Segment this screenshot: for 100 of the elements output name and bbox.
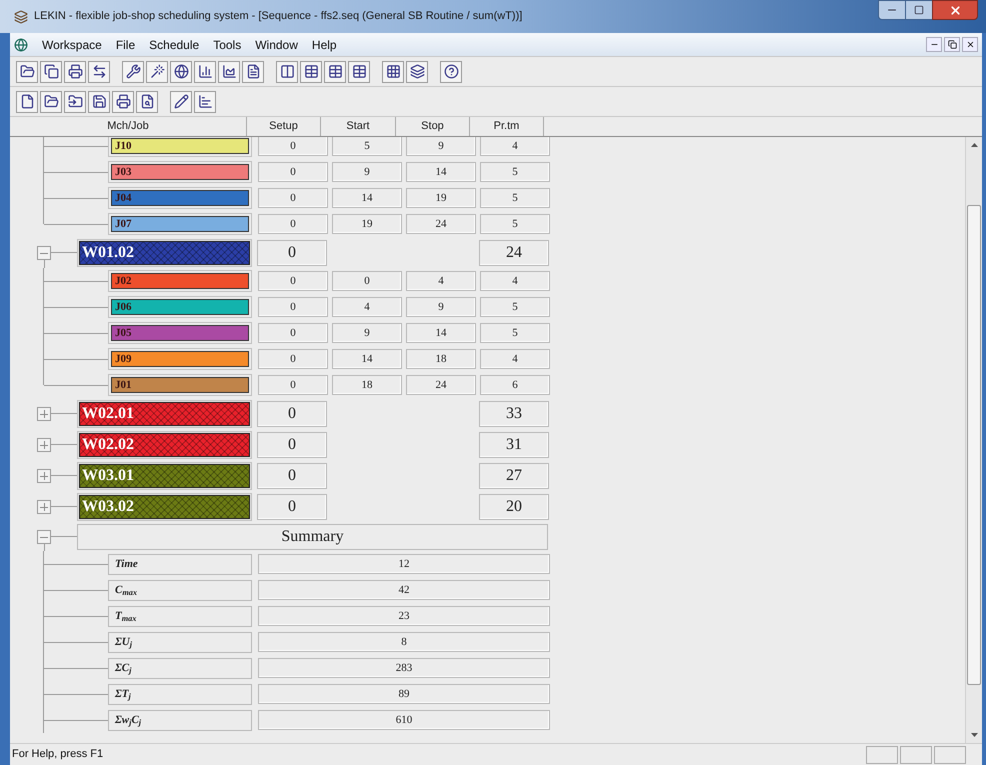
metric-label: Time bbox=[108, 554, 252, 574]
table-cell: 6 bbox=[480, 375, 550, 395]
toolbar-button[interactable] bbox=[194, 90, 216, 112]
close-button[interactable] bbox=[932, 0, 978, 20]
toolbar-button[interactable] bbox=[170, 60, 192, 82]
table-cell: 24 bbox=[406, 375, 476, 395]
bar-chart-icon bbox=[198, 64, 212, 79]
machine-label[interactable]: W03.02 bbox=[79, 494, 250, 518]
toolbar-button[interactable] bbox=[64, 60, 86, 82]
job-label[interactable]: J03 bbox=[111, 164, 249, 180]
toolbar-button[interactable] bbox=[324, 60, 346, 82]
menu-item[interactable]: Window bbox=[255, 36, 298, 54]
machine-label[interactable]: W01.02 bbox=[79, 240, 250, 264]
toolbar-button[interactable] bbox=[348, 60, 370, 82]
help-icon bbox=[444, 64, 458, 79]
close-button[interactable] bbox=[962, 37, 978, 52]
status-pane bbox=[934, 746, 966, 764]
toolbar-button[interactable] bbox=[170, 90, 192, 112]
table-cell: 14 bbox=[332, 349, 402, 369]
toolbar-button[interactable] bbox=[406, 60, 428, 82]
bar-chart-icon bbox=[198, 94, 212, 109]
table-cell: 0 bbox=[257, 462, 327, 488]
restore-button[interactable] bbox=[944, 37, 960, 52]
toolbar-button[interactable] bbox=[242, 60, 264, 82]
table-cell: 27 bbox=[479, 462, 549, 488]
toolbar-button[interactable] bbox=[16, 90, 38, 112]
collapse-icon[interactable] bbox=[37, 530, 51, 544]
machine-label[interactable]: W03.01 bbox=[79, 464, 250, 488]
menu-item[interactable]: Workspace bbox=[42, 36, 102, 54]
column-header[interactable]: Pr.tm bbox=[470, 117, 544, 136]
print-preview-icon bbox=[140, 94, 154, 109]
status-pane bbox=[900, 746, 932, 764]
toolbar-button[interactable] bbox=[40, 90, 62, 112]
table-cell: 5 bbox=[480, 162, 550, 182]
toolbar-button[interactable] bbox=[88, 90, 110, 112]
machine-label[interactable]: W02.01 bbox=[79, 402, 250, 426]
folder-input-icon bbox=[68, 94, 82, 109]
column-header[interactable]: Start bbox=[321, 117, 396, 136]
table-cell: 12 bbox=[258, 554, 550, 574]
table-cell: 0 bbox=[258, 271, 328, 291]
column-header[interactable]: Mch/Job bbox=[10, 117, 247, 136]
toolbar-button[interactable] bbox=[300, 60, 322, 82]
job-label[interactable]: J02 bbox=[111, 273, 249, 289]
table-cell: 5 bbox=[480, 297, 550, 317]
arrows-icon bbox=[92, 64, 106, 79]
collapse-icon[interactable] bbox=[37, 246, 51, 260]
toolbar-button[interactable] bbox=[40, 60, 62, 82]
minimize-button[interactable] bbox=[878, 0, 906, 20]
job-label[interactable]: J06 bbox=[111, 299, 249, 315]
menu-item[interactable]: Tools bbox=[213, 36, 242, 54]
toolbar-button[interactable] bbox=[440, 60, 462, 82]
scrollbar-thumb[interactable] bbox=[967, 205, 981, 685]
toolbar-button[interactable] bbox=[218, 60, 240, 82]
maximize-button[interactable] bbox=[906, 0, 932, 20]
minimize-button[interactable] bbox=[926, 37, 942, 52]
table-cell: 0 bbox=[258, 375, 328, 395]
table-icon bbox=[328, 64, 342, 79]
toolbar-button[interactable] bbox=[122, 60, 144, 82]
expand-icon[interactable] bbox=[37, 468, 51, 482]
toolbar-button[interactable] bbox=[382, 60, 404, 82]
copy-icon bbox=[44, 64, 58, 79]
table-cell: 19 bbox=[332, 214, 402, 234]
job-label[interactable]: J10 bbox=[111, 138, 249, 154]
toolbar-button[interactable] bbox=[112, 90, 134, 112]
globe-icon bbox=[174, 64, 188, 79]
wand-icon bbox=[150, 64, 164, 79]
table-cell: 18 bbox=[332, 375, 402, 395]
column-header[interactable]: Setup bbox=[247, 117, 321, 136]
menu-item[interactable]: Schedule bbox=[149, 36, 200, 54]
table-cell: 0 bbox=[258, 162, 328, 182]
toolbar-button[interactable] bbox=[276, 60, 298, 82]
toolbar-button[interactable] bbox=[88, 60, 110, 82]
menu-item[interactable]: File bbox=[116, 36, 136, 54]
toolbar-button[interactable] bbox=[194, 60, 216, 82]
table-cell: 4 bbox=[480, 349, 550, 369]
table-cell: 5 bbox=[480, 214, 550, 234]
expand-icon[interactable] bbox=[37, 500, 51, 514]
save-icon bbox=[92, 94, 106, 109]
table-cell: 0 bbox=[258, 188, 328, 208]
expand-icon[interactable] bbox=[37, 406, 51, 420]
toolbar-button[interactable] bbox=[64, 90, 86, 112]
column-header[interactable]: Stop bbox=[396, 117, 470, 136]
metric-label: ΣC$_{j}$ bbox=[108, 658, 252, 678]
toolbar-button[interactable] bbox=[146, 60, 168, 82]
toolbar-button[interactable] bbox=[136, 90, 158, 112]
pencil-icon bbox=[174, 94, 188, 109]
summary-header[interactable]: Summary bbox=[77, 524, 548, 550]
machine-label[interactable]: W02.02 bbox=[79, 432, 250, 456]
table-cell: 9 bbox=[406, 297, 476, 317]
job-label[interactable]: J01 bbox=[111, 377, 249, 393]
close-icon bbox=[966, 40, 974, 49]
job-label[interactable]: J07 bbox=[111, 216, 249, 232]
metric-label: T$_{max}$ bbox=[108, 606, 252, 626]
table-cell: 4 bbox=[480, 271, 550, 291]
scrollbar[interactable] bbox=[965, 137, 982, 743]
job-label[interactable]: J09 bbox=[111, 351, 249, 367]
expand-icon[interactable] bbox=[37, 438, 51, 452]
toolbar-button[interactable] bbox=[16, 60, 38, 82]
restore-icon bbox=[948, 40, 956, 49]
menu-item[interactable]: Help bbox=[312, 36, 337, 54]
